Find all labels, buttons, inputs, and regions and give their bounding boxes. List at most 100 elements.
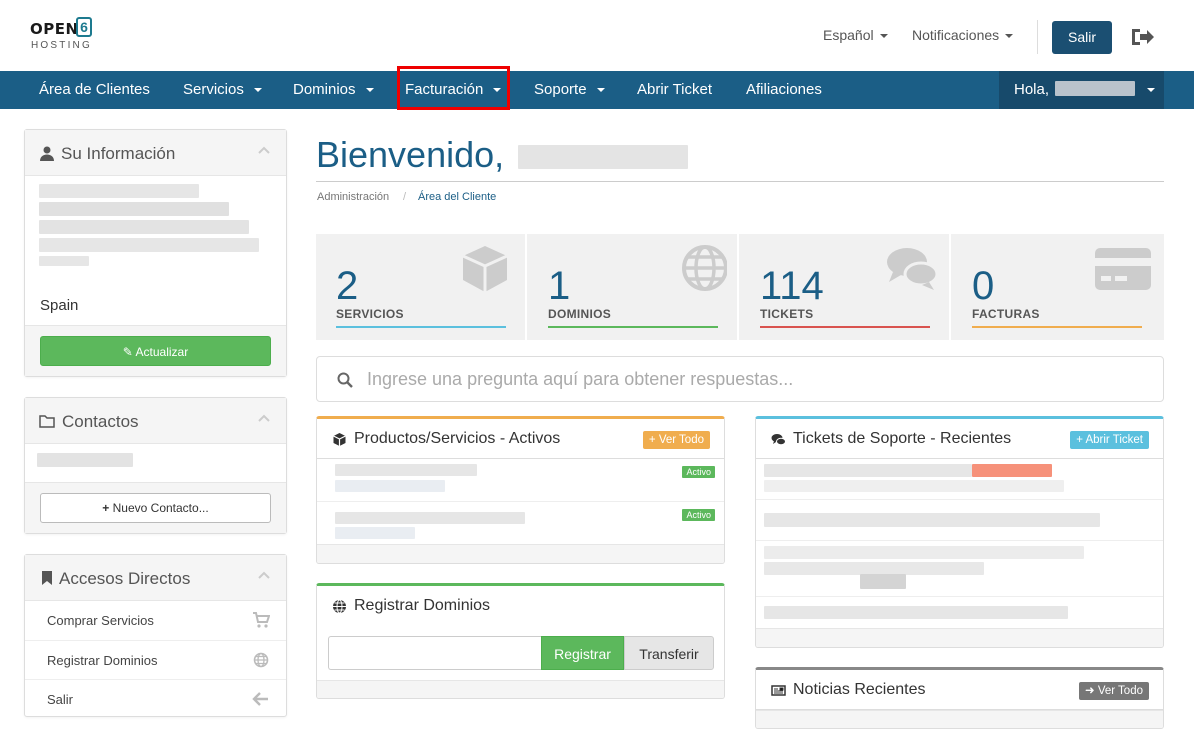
chevron-down-icon [1147, 88, 1156, 93]
chevron-down-icon [596, 88, 605, 93]
panel-footer: ✎ Actualizar [25, 325, 286, 376]
shortcut-register-domains[interactable]: Registrar Dominios [25, 640, 286, 679]
chevron-up-icon[interactable] [258, 146, 270, 154]
list-item[interactable] [756, 460, 1163, 500]
stat-value: 1 [548, 264, 571, 308]
stat-services[interactable]: 2 SERVICIOS [316, 234, 527, 340]
top-bar: OPEN 6 HOSTING Español Notificaciones Sa… [0, 0, 1194, 71]
nav-item-open-ticket[interactable]: Abrir Ticket [637, 71, 712, 109]
newspaper-icon [771, 685, 786, 696]
stats-tiles: 2 SERVICIOS 1 DOMINIOS 114 TICKETS 0 FAC… [316, 234, 1164, 340]
list-item[interactable] [756, 598, 1163, 628]
domain-input[interactable] [328, 636, 542, 670]
cube-icon [462, 246, 508, 292]
nav-item-affiliates[interactable]: Afiliaciones [746, 71, 822, 109]
card-footer [756, 628, 1163, 647]
stat-domains[interactable]: 1 DOMINIOS [528, 234, 739, 340]
card-footer [317, 544, 724, 563]
search-input[interactable] [367, 367, 1127, 391]
card-header: Tickets de Soporte - Recientes + Abrir T… [756, 419, 1163, 459]
shortcut-label: Comprar Servicios [47, 613, 154, 628]
stat-value: 0 [972, 264, 995, 308]
update-label: Actualizar [135, 345, 189, 359]
redacted-product [335, 527, 415, 539]
stat-value: 2 [336, 264, 359, 308]
card-title: Tickets de Soporte - Recientes [793, 430, 1012, 447]
redacted-ticket [764, 546, 1084, 559]
new-contact-label: Nuevo Contacto... [112, 501, 209, 515]
view-all-news-button[interactable]: ➜ Ver Todo [1078, 682, 1149, 700]
logo-word: OPEN [30, 20, 79, 38]
redacted-ticket [860, 574, 906, 589]
kb-search-box[interactable] [316, 356, 1164, 402]
globe-icon [682, 245, 727, 291]
card-title: Noticias Recientes [793, 681, 926, 698]
nav-item-domains[interactable]: Dominios [293, 71, 374, 109]
shortcut-logout[interactable]: Salir [25, 679, 286, 718]
redacted-address [39, 184, 259, 266]
nav-item-services[interactable]: Servicios [183, 71, 262, 109]
stat-tickets[interactable]: 114 TICKETS [740, 234, 951, 340]
view-all-products-button[interactable]: + Ver Todo [642, 431, 710, 449]
shortcut-label: Salir [47, 692, 74, 707]
stat-value: 114 [760, 264, 824, 308]
panel-title: Accesos Directos [59, 569, 191, 588]
list-item[interactable]: Activo [317, 460, 724, 502]
credit-card-icon [1095, 248, 1151, 290]
plus-icon: + [102, 501, 110, 515]
stat-label: FACTURAS [972, 307, 1040, 321]
user-menu[interactable]: Hola, [999, 71, 1164, 109]
stat-underline [548, 326, 718, 328]
cube-icon [333, 433, 346, 446]
breadcrumb-admin[interactable]: Administración [317, 191, 389, 203]
greeting: Hola, [1014, 81, 1050, 98]
redacted-ticket [764, 513, 1100, 527]
new-contact-button[interactable]: + Nuevo Contacto... [40, 493, 271, 523]
products-card: Productos/Servicios - Activos + Ver Todo… [316, 416, 725, 564]
language-dropdown[interactable]: Español [823, 27, 888, 43]
card-title: Productos/Servicios - Activos [354, 430, 561, 447]
divider [316, 181, 1164, 182]
list-item[interactable]: Activo [317, 503, 724, 545]
nav-item-client-area[interactable]: Área de Clientes [39, 71, 150, 109]
cart-icon [253, 612, 270, 628]
panel-title: Su Información [61, 144, 176, 163]
notifications-dropdown[interactable]: Notificaciones [912, 27, 1014, 43]
list-item[interactable] [756, 501, 1163, 541]
shortcut-buy-services[interactable]: Comprar Servicios [25, 601, 286, 640]
card-header: Noticias Recientes ➜ Ver Todo [756, 670, 1163, 710]
logo-digit: 6 [76, 17, 92, 37]
register-button[interactable]: Registrar [541, 636, 624, 670]
open-ticket-button[interactable]: + Abrir Ticket [1070, 431, 1149, 449]
list-item[interactable] [756, 542, 1163, 597]
user-icon [40, 146, 54, 161]
nav-label: Abrir Ticket [637, 81, 713, 98]
comments-icon [771, 434, 786, 446]
transfer-button[interactable]: Transferir [624, 636, 714, 670]
stat-underline [760, 326, 930, 328]
breadcrumb-client-area[interactable]: Área del Cliente [418, 191, 496, 203]
card-footer [756, 710, 1163, 728]
stat-underline [336, 326, 506, 328]
logout-button[interactable]: Salir [1052, 21, 1112, 54]
redacted-name [518, 145, 689, 169]
folder-icon [39, 415, 55, 428]
breadcrumb-separator: / [403, 191, 407, 203]
sign-out-icon[interactable] [1130, 26, 1156, 48]
stat-invoices[interactable]: 0 FACTURAS [952, 234, 1163, 340]
page-title: Bienvenido, [316, 134, 689, 176]
status-badge: Activo [682, 509, 715, 521]
chevron-down-icon [879, 34, 888, 39]
chevron-up-icon[interactable] [258, 414, 270, 422]
redacted-line [39, 202, 229, 216]
update-button[interactable]: ✎ Actualizar [40, 336, 271, 366]
stat-label: SERVICIOS [336, 307, 404, 321]
plus-icon: + [648, 434, 659, 446]
nav-label: Dominios [293, 81, 356, 98]
chevron-up-icon[interactable] [258, 571, 270, 579]
nav-item-support[interactable]: Soporte [534, 71, 605, 109]
globe-icon [333, 599, 346, 614]
logo[interactable]: OPEN 6 HOSTING [30, 17, 100, 55]
arrow-right-icon: ➜ [1084, 685, 1098, 697]
tickets-card: Tickets de Soporte - Recientes + Abrir T… [755, 416, 1164, 648]
